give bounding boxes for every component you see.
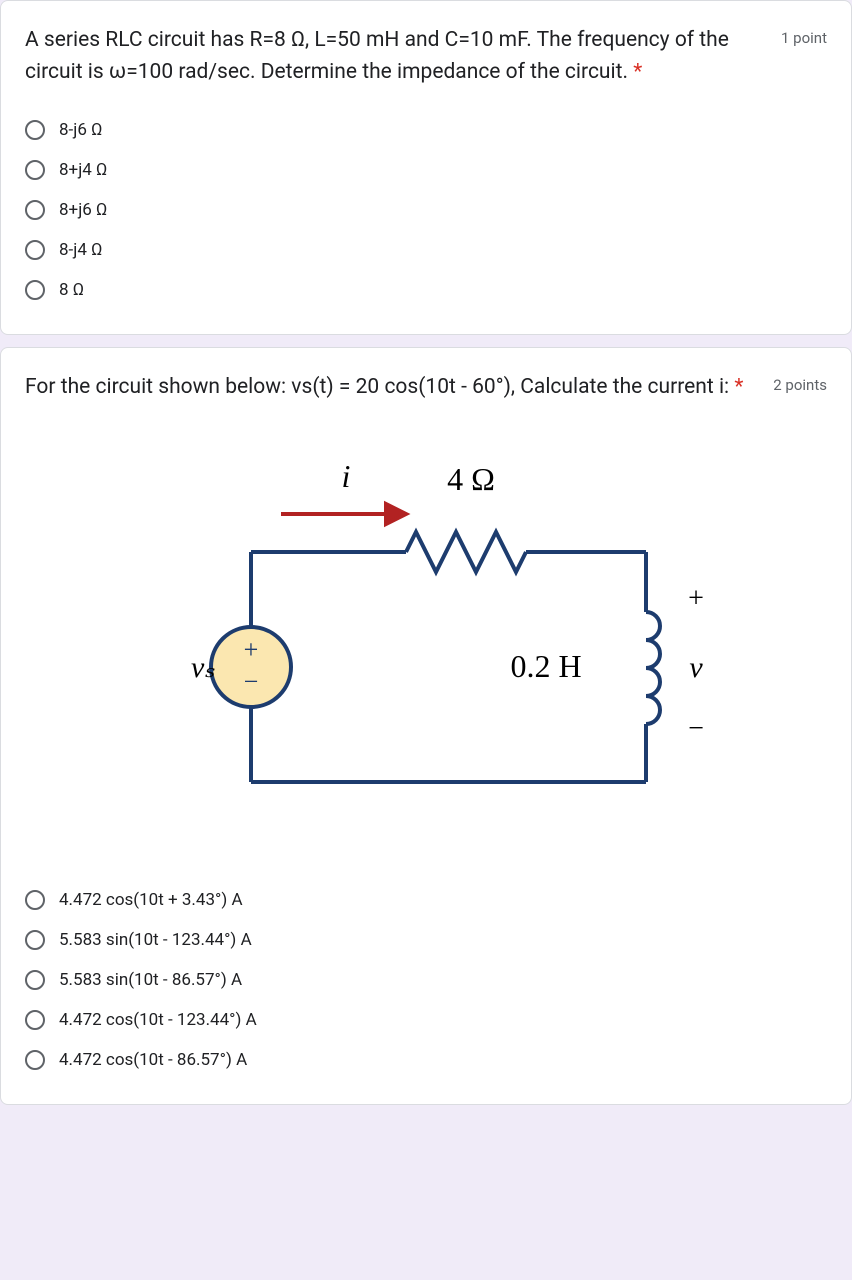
inductor-label: 0.2 H xyxy=(510,648,581,684)
radio-option[interactable]: 4.472 cos(10t + 3.43°) A xyxy=(25,880,827,920)
question-header: For the circuit shown below: vs(t) = 20 … xyxy=(25,372,827,404)
option-label: 8-j4 Ω xyxy=(59,240,102,260)
options-group: 8-j6 Ω 8+j4 Ω 8+j6 Ω 8-j4 Ω 8 Ω xyxy=(25,110,827,310)
option-label: 5.583 sin(10t - 123.44°) A xyxy=(59,930,252,950)
radio-option[interactable]: 5.583 sin(10t - 86.57°) A xyxy=(25,960,827,1000)
vs-label: vₛ xyxy=(191,651,215,684)
required-asterisk: * xyxy=(734,375,743,399)
radio-icon xyxy=(25,1010,45,1030)
radio-option[interactable]: 5.583 sin(10t - 123.44°) A xyxy=(25,920,827,960)
radio-icon xyxy=(25,200,45,220)
question-header: A series RLC circuit has R=8 Ω, L=50 mH … xyxy=(25,25,827,88)
minus-label: − xyxy=(688,713,704,744)
radio-icon xyxy=(25,120,45,140)
radio-icon xyxy=(25,890,45,910)
circuit-diagram: + − vₛ i 4 Ω 0.2 H + v − xyxy=(106,432,746,852)
question-card-2: For the circuit shown below: vs(t) = 20 … xyxy=(0,347,852,1105)
svg-text:+: + xyxy=(244,635,259,664)
radio-option[interactable]: 8-j4 Ω xyxy=(25,230,827,270)
plus-label: + xyxy=(688,583,704,614)
radio-option[interactable]: 8-j6 Ω xyxy=(25,110,827,150)
option-label: 4.472 cos(10t + 3.43°) A xyxy=(59,890,243,910)
required-asterisk: * xyxy=(633,60,642,84)
svg-text:−: − xyxy=(244,667,259,696)
question-points: 1 point xyxy=(781,25,827,47)
radio-option[interactable]: 8 Ω xyxy=(25,270,827,310)
options-group: 4.472 cos(10t + 3.43°) A 5.583 sin(10t -… xyxy=(25,880,827,1080)
option-label: 8+j6 Ω xyxy=(59,200,107,220)
radio-icon xyxy=(25,970,45,990)
radio-icon xyxy=(25,160,45,180)
question-text: A series RLC circuit has R=8 Ω, L=50 mH … xyxy=(25,25,765,88)
option-label: 8 Ω xyxy=(59,280,84,300)
radio-icon xyxy=(25,930,45,950)
i-label: i xyxy=(342,458,351,494)
radio-icon xyxy=(25,1050,45,1070)
radio-option[interactable]: 4.472 cos(10t - 123.44°) A xyxy=(25,1000,827,1040)
question-points: 2 points xyxy=(773,372,827,394)
option-label: 8+j4 Ω xyxy=(59,160,107,180)
option-label: 5.583 sin(10t - 86.57°) A xyxy=(59,970,242,990)
question-card-1: A series RLC circuit has R=8 Ω, L=50 mH … xyxy=(0,0,852,335)
option-label: 4.472 cos(10t - 123.44°) A xyxy=(59,1010,257,1030)
option-label: 8-j6 Ω xyxy=(59,120,102,140)
radio-option[interactable]: 8+j4 Ω xyxy=(25,150,827,190)
question-text: For the circuit shown below: vs(t) = 20 … xyxy=(25,372,757,404)
option-label: 4.472 cos(10t - 86.57°) A xyxy=(59,1050,247,1070)
question-prompt: For the circuit shown below: vs(t) = 20 … xyxy=(25,375,729,399)
resistor-label: 4 Ω xyxy=(447,461,495,497)
radio-icon xyxy=(25,240,45,260)
radio-option[interactable]: 4.472 cos(10t - 86.57°) A xyxy=(25,1040,827,1080)
radio-option[interactable]: 8+j6 Ω xyxy=(25,190,827,230)
v-label: v xyxy=(689,651,703,684)
radio-icon xyxy=(25,280,45,300)
question-prompt: A series RLC circuit has R=8 Ω, L=50 mH … xyxy=(25,28,729,84)
